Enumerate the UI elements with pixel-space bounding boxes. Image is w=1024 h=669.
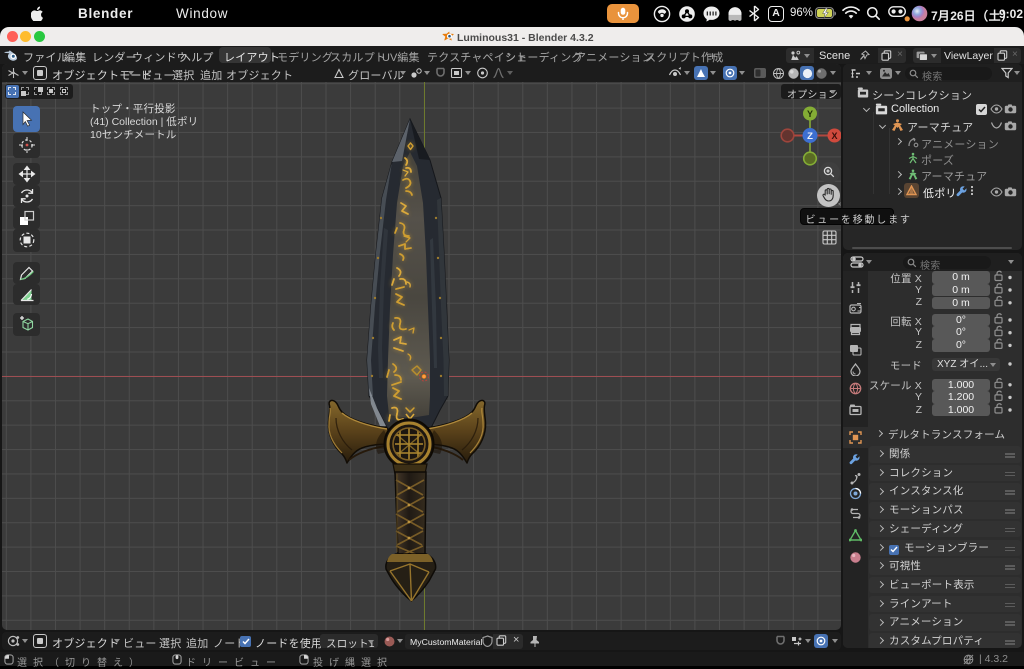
svg-text:Y: Y: [807, 109, 813, 119]
svg-text:X: X: [831, 131, 837, 141]
svg-text:Z: Z: [807, 131, 813, 142]
